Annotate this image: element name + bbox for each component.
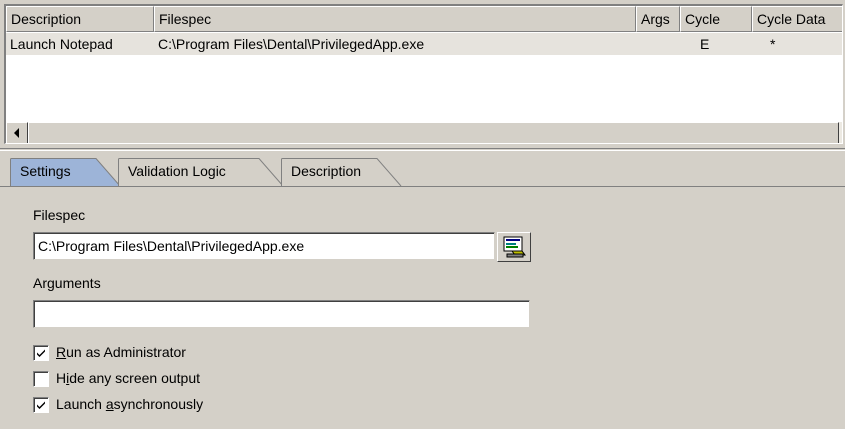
access-key: R [56, 344, 67, 360]
column-header-cycle[interactable]: Cycle [680, 6, 752, 32]
cell-args [636, 33, 680, 55]
pane-splitter[interactable] [0, 148, 845, 151]
column-header-cycle-data[interactable]: Cycle Data [752, 6, 842, 32]
run-as-administrator-label[interactable]: Run as Administrator [56, 344, 186, 360]
browse-folder-icon [503, 236, 526, 258]
label-text: de any screen output [69, 370, 201, 386]
access-key: a [105, 396, 114, 412]
cell-cycle: E [700, 36, 710, 52]
label-text: H [56, 370, 67, 386]
table-row[interactable]: Launch Notepad C:\Program Files\Dental\P… [6, 33, 842, 55]
cell-filespec: C:\Program Files\Dental\PrivilegedApp.ex… [158, 36, 425, 52]
tab-validation-logic[interactable]: Validation Logic [118, 158, 284, 186]
tab-description[interactable]: Description [281, 158, 402, 186]
check-icon [37, 349, 45, 357]
column-header-args[interactable]: Args [636, 6, 680, 32]
hide-screen-output-checkbox[interactable] [33, 371, 49, 387]
scroll-thumb[interactable] [28, 122, 839, 143]
label-text: Launch [56, 396, 106, 412]
launch-asynchronously-label[interactable]: Launch asynchronously [56, 396, 203, 412]
launch-asynchronously-checkbox[interactable] [33, 397, 49, 413]
check-icon [37, 401, 45, 409]
tab-validation-logic-label: Validation Logic [128, 163, 226, 179]
hide-screen-output-label[interactable]: Hide any screen output [56, 370, 200, 386]
label-text: un as Administrator [66, 344, 186, 360]
tab-settings[interactable]: Settings [10, 158, 121, 186]
settings-panel: Filespec Arguments Run as Administrator … [0, 187, 845, 429]
filespec-input[interactable] [33, 232, 495, 260]
column-header-filespec[interactable]: Filespec [154, 6, 636, 32]
browse-button[interactable] [497, 232, 531, 262]
filespec-label: Filespec [33, 207, 86, 223]
list-header: Description Filespec Args Cycle Cycle Da… [6, 6, 842, 32]
arguments-input[interactable] [33, 300, 530, 328]
cell-cycle-data: * [770, 36, 776, 52]
arrow-left-icon[interactable] [6, 122, 28, 143]
arguments-label: Arguments [33, 275, 101, 291]
tab-settings-label: Settings [20, 163, 71, 179]
task-list[interactable]: Description Filespec Args Cycle Cycle Da… [4, 4, 843, 144]
column-header-description[interactable]: Description [6, 6, 154, 32]
tab-strip: Settings Validation Logic Description [0, 156, 845, 186]
cell-description: Launch Notepad [10, 36, 113, 52]
horizontal-scrollbar[interactable] [6, 122, 842, 143]
run-as-administrator-checkbox[interactable] [33, 345, 49, 361]
label-text: synchronously [113, 396, 204, 412]
tab-description-label: Description [291, 163, 362, 179]
